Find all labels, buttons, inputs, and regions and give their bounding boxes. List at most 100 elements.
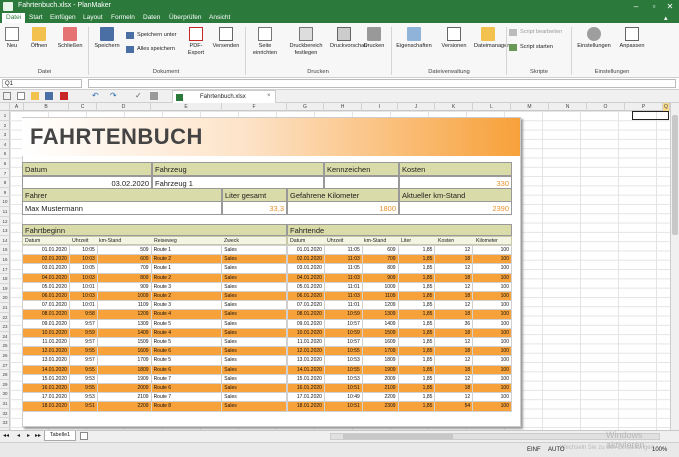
column-header[interactable]: D [97, 103, 151, 111]
label-kosten[interactable]: Kosten [399, 162, 512, 176]
table-cell[interactable]: 1,85 [397, 392, 436, 403]
table-cell[interactable]: 9:55 [68, 383, 98, 394]
table-cell[interactable]: 2009 [96, 383, 152, 394]
row-header[interactable]: 11 [0, 207, 10, 217]
column-header[interactable]: M [511, 103, 549, 111]
table-cell[interactable]: 9:53 [68, 392, 98, 403]
check-icon[interactable]: ✓ [135, 91, 142, 100]
table-cell[interactable]: Sales [221, 291, 287, 302]
table-cell[interactable]: 10:03 [68, 291, 98, 302]
row-header[interactable]: 9 [0, 188, 10, 198]
table-cell[interactable]: 100 [472, 337, 512, 348]
tab-datei[interactable]: Datei [2, 13, 26, 23]
table-cell[interactable]: 10:57 [323, 337, 363, 348]
table-cell[interactable]: 9:57 [68, 337, 98, 348]
table-cell[interactable]: Sales [221, 272, 287, 283]
calc-mode[interactable]: AUTO [548, 447, 565, 453]
table-cell[interactable]: Sales [221, 300, 287, 311]
save-small-icon[interactable] [45, 92, 53, 100]
row-header[interactable]: 3 [0, 130, 10, 140]
row-header[interactable]: 30 [0, 389, 10, 399]
table-cell[interactable]: Route 3 [150, 300, 223, 311]
row-header[interactable]: 21 [0, 303, 10, 313]
tab-daten[interactable]: Daten [139, 13, 164, 23]
table-cell[interactable]: 03.01.2020 [287, 263, 325, 274]
tab-ueberpruefen[interactable]: Überprüfen [165, 13, 206, 23]
table-cell[interactable]: Route 2 [150, 254, 223, 265]
table-cell[interactable]: 1,85 [397, 309, 436, 320]
row-header[interactable]: 13 [0, 226, 10, 236]
column-header[interactable]: E [151, 103, 222, 111]
table-cell[interactable]: 100 [472, 401, 512, 412]
column-header[interactable]: O [587, 103, 625, 111]
table-cell[interactable]: 1309 [361, 309, 399, 320]
insert-mode[interactable]: EINF [527, 447, 541, 453]
table-cell[interactable]: 10.01.2020 [22, 327, 70, 339]
table-cell[interactable]: 1,85 [397, 291, 436, 302]
table-cell[interactable]: 01.01.2020 [22, 244, 70, 256]
table-cell[interactable]: 06.01.2020 [22, 291, 70, 302]
table-cell[interactable]: 9:57 [68, 318, 98, 329]
table-cell[interactable]: 17.01.2020 [287, 392, 325, 403]
row-header[interactable]: 28 [0, 370, 10, 380]
table-cell[interactable]: 2209 [96, 401, 152, 412]
table-cell[interactable]: 709 [361, 254, 399, 265]
save-button[interactable]: Speichern [91, 27, 123, 50]
minimize-icon[interactable]: – [627, 0, 645, 13]
row-header[interactable]: 23 [0, 322, 10, 332]
table-cell[interactable]: 2109 [96, 392, 152, 403]
page-setup-button[interactable]: Seite einrichten [248, 27, 282, 56]
table-cell[interactable]: 18 [434, 364, 474, 375]
table-cell[interactable]: 10:01 [68, 300, 98, 311]
file-manager-button[interactable]: Dateimanager [474, 27, 509, 50]
section-fahrtbeginn[interactable]: Fahrtbeginn [22, 224, 287, 236]
table-cell[interactable]: 9:55 [68, 346, 98, 357]
save-all-button[interactable]: Alles speichern [126, 45, 175, 54]
close-icon[interactable]: ✕ [661, 0, 679, 13]
label-fahrer[interactable]: Fahrer [22, 188, 222, 202]
print-button[interactable]: Drucken [361, 27, 387, 50]
table-cell[interactable]: 10:01 [68, 281, 98, 293]
table-cell[interactable]: 1,85 [397, 254, 436, 265]
table-cell[interactable]: 12.01.2020 [287, 346, 325, 357]
scrollbar-thumb[interactable] [672, 115, 678, 235]
table-cell[interactable]: Sales [221, 244, 287, 256]
table-cell[interactable]: 02.01.2020 [287, 254, 325, 265]
table-cell[interactable]: 1709 [96, 355, 152, 366]
table-cell[interactable]: 100 [472, 327, 512, 339]
table-cell[interactable]: 100 [472, 364, 512, 375]
table-cell[interactable]: 1309 [96, 318, 152, 329]
row-header[interactable]: 7 [0, 169, 10, 179]
table-cell[interactable]: 04.01.2020 [22, 272, 70, 283]
table-cell[interactable]: 100 [472, 300, 512, 311]
value-km[interactable]: 1800 [287, 201, 399, 215]
table-cell[interactable]: 12 [434, 355, 474, 366]
table-cell[interactable]: 07.01.2020 [22, 300, 70, 311]
label-liter[interactable]: Liter gesamt [222, 188, 287, 202]
row-header[interactable]: 16 [0, 255, 10, 265]
table-cell[interactable]: 1909 [361, 364, 399, 375]
table-cell[interactable]: 10:49 [323, 392, 363, 403]
table-cell[interactable]: 100 [472, 383, 512, 394]
row-header[interactable]: 22 [0, 313, 10, 323]
table-cell[interactable]: 100 [472, 392, 512, 403]
properties-button[interactable]: Eigenschaften [394, 27, 434, 50]
table-cell[interactable]: Route 6 [150, 383, 223, 394]
column-header[interactable]: N [549, 103, 587, 111]
table-cell[interactable]: 08.01.2020 [287, 309, 325, 320]
row-header[interactable]: 26 [0, 351, 10, 361]
label-datum[interactable]: Datum [22, 162, 152, 176]
row-header[interactable]: 25 [0, 341, 10, 351]
table-cell[interactable]: 18 [434, 291, 474, 302]
row-header[interactable]: 10 [0, 197, 10, 207]
format-icon[interactable] [150, 92, 158, 100]
table-cell[interactable]: 16.01.2020 [287, 383, 325, 394]
first-sheet-icon[interactable]: ◂◂ [3, 432, 9, 439]
table-cell[interactable]: 2009 [361, 373, 399, 385]
row-header[interactable]: 24 [0, 332, 10, 342]
table-cell[interactable]: 12 [434, 263, 474, 274]
table-cell[interactable]: Sales [221, 373, 287, 385]
next-sheet-icon[interactable]: ▸ [27, 432, 30, 439]
settings-button[interactable]: Einstellungen [574, 27, 614, 50]
table-cell[interactable]: 1,85 [397, 327, 436, 339]
